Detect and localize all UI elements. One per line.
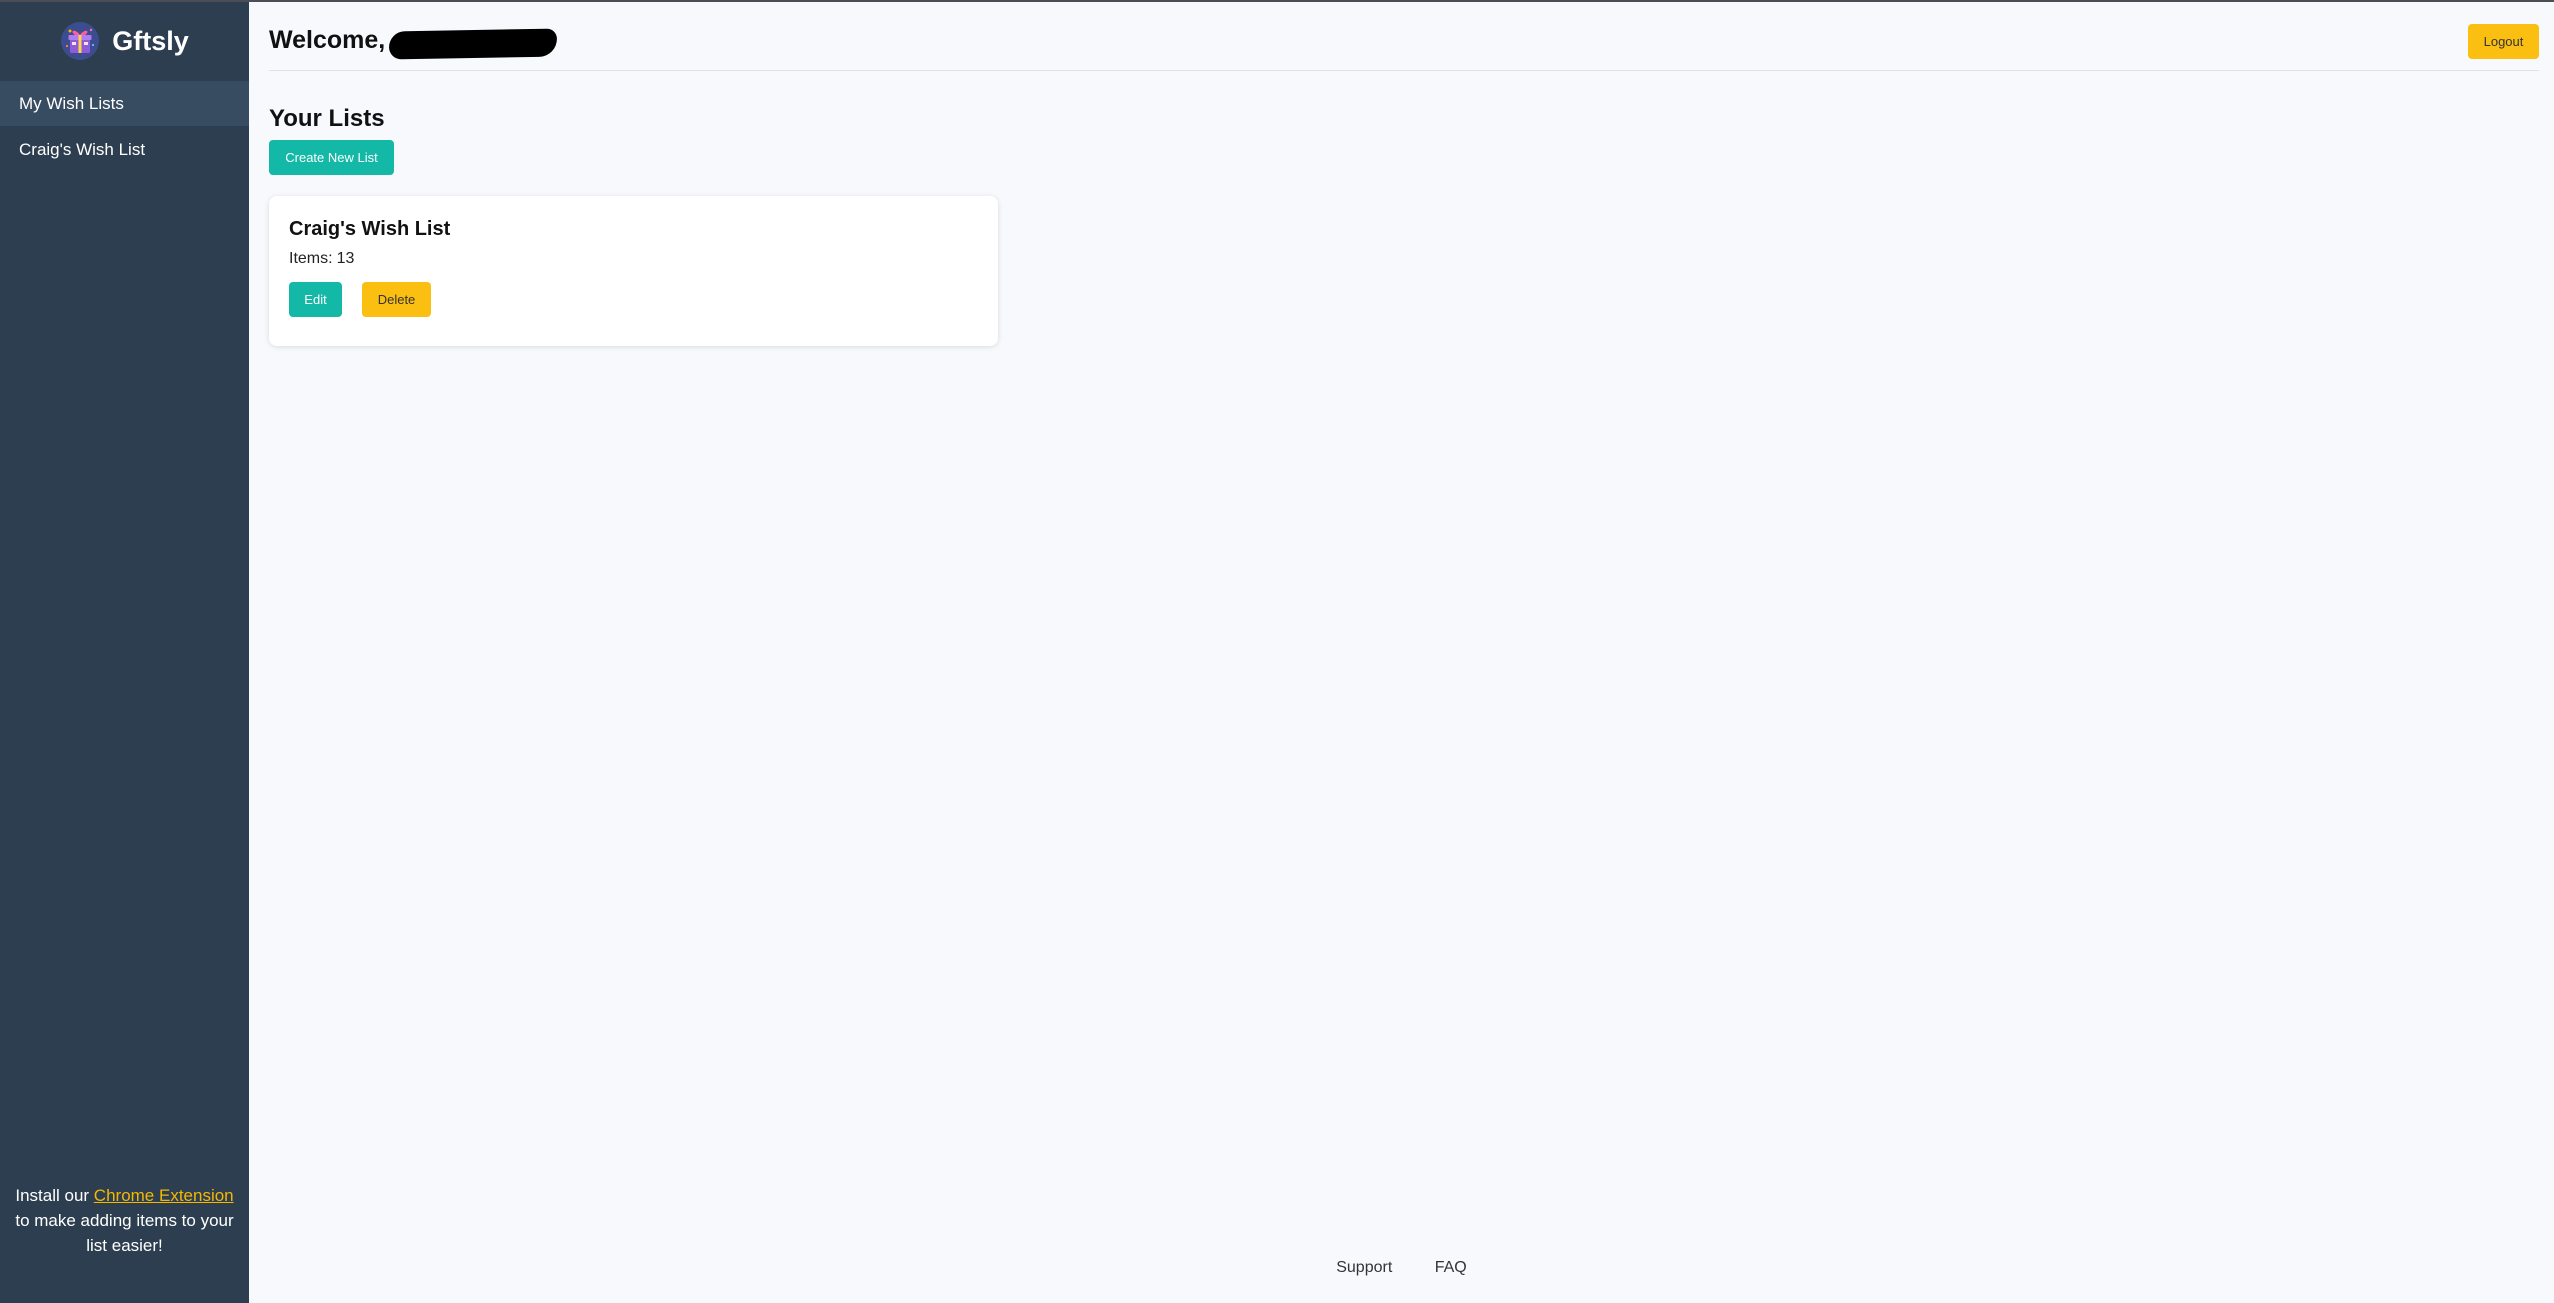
delete-list-button[interactable]: Delete <box>362 282 431 317</box>
logout-button[interactable]: Logout <box>2468 24 2539 59</box>
welcome-heading: Welcome, <box>269 26 558 59</box>
top-bar: Welcome, Logout <box>269 2 2539 71</box>
items-count-value: 13 <box>336 250 355 267</box>
create-new-list-button[interactable]: Create New List <box>269 140 394 175</box>
sidebar-item-my-wish-lists[interactable]: My Wish Lists <box>0 81 249 126</box>
items-label: Items: <box>289 250 333 267</box>
app-window: Gftsly My Wish Lists Craig's Wish List I… <box>0 0 2554 1303</box>
list-title: Craig's Wish List <box>289 218 451 240</box>
chrome-extension-promo: Install our Chrome Extension to make add… <box>0 1183 249 1258</box>
brand[interactable]: Gftsly <box>0 2 249 80</box>
promo-prefix: Install our <box>15 1186 90 1205</box>
support-link[interactable]: Support <box>1336 1259 1392 1276</box>
promo-suffix: to make adding items to your list easier… <box>15 1211 234 1255</box>
wish-list-card: Craig's Wish List Items: 13 Edit Delete <box>269 196 998 346</box>
redacted-username <box>389 28 558 59</box>
faq-link[interactable]: FAQ <box>1435 1259 1467 1276</box>
welcome-text: Welcome, <box>269 26 386 54</box>
list-item-count: Items: 13 <box>289 250 354 268</box>
sidebar-nav: My Wish Lists Craig's Wish List <box>0 81 249 172</box>
sidebar-item-craigs-wish-list[interactable]: Craig's Wish List <box>0 127 249 172</box>
brand-name: Gftsly <box>112 25 189 56</box>
edit-list-button[interactable]: Edit <box>289 282 342 317</box>
sidebar: Gftsly My Wish Lists Craig's Wish List I… <box>0 2 249 1303</box>
footer: Support FAQ <box>249 1259 2554 1277</box>
main-content: Welcome, Logout Your Lists Create New Li… <box>249 2 2554 1303</box>
section-title: Your Lists <box>269 105 385 132</box>
chrome-extension-link[interactable]: Chrome Extension <box>94 1186 234 1205</box>
gift-box-logo-icon <box>61 22 100 60</box>
